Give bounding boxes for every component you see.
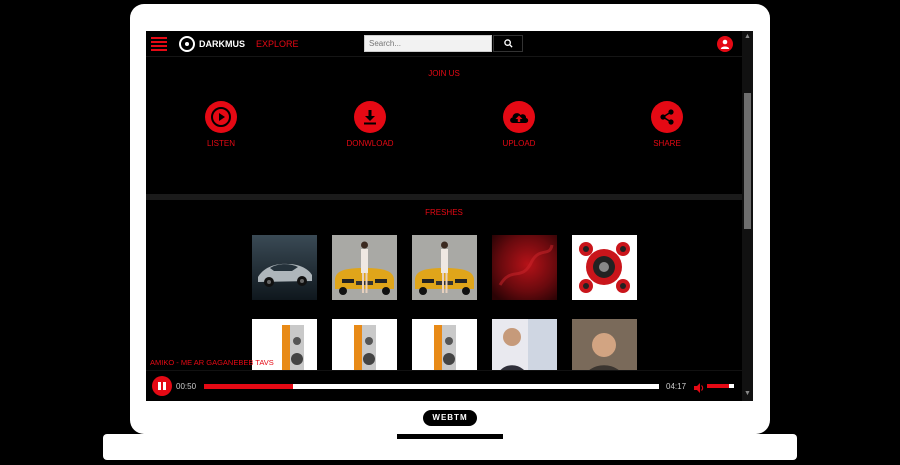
laptop-brand-badge: WEBTM [423, 410, 477, 426]
duration-time: 04:17 [666, 382, 687, 391]
scrollbar[interactable]: ▲ ▼ [742, 31, 753, 401]
thumb-yellow-car-model[interactable] [332, 235, 397, 300]
screen: DARKMUS EXPLORE JOIN US [146, 31, 753, 401]
thumb-red-speakers[interactable] [572, 235, 637, 300]
feature-label: SHARE [653, 139, 681, 148]
thumb-red-smoke[interactable] [492, 235, 557, 300]
logo-text: DARKMUS [199, 39, 245, 49]
disc-icon [179, 36, 195, 52]
user-account-icon[interactable] [717, 36, 733, 52]
feature-label: UPLOAD [502, 139, 536, 148]
feature-download[interactable]: DONWLOAD [330, 101, 410, 148]
pause-button[interactable] [152, 376, 172, 396]
feature-label: DONWLOAD [346, 139, 394, 148]
hamburger-menu-icon[interactable] [151, 37, 167, 51]
search-button[interactable] [493, 35, 523, 52]
search-icon [503, 39, 513, 48]
thumb-silver-sports-car[interactable] [252, 235, 317, 300]
join-us-heading: JOIN US [428, 69, 460, 78]
feature-row: LISTEN DONWLOAD UPLOAD SHARE [146, 101, 742, 151]
explore-link[interactable]: EXPLORE [256, 39, 299, 49]
top-bar: DARKMUS EXPLORE [146, 31, 742, 57]
scroll-thumb[interactable] [744, 93, 751, 229]
laptop-notch [397, 434, 503, 439]
thumb-yellow-car-model[interactable] [412, 235, 477, 300]
volume-icon[interactable] [694, 380, 705, 398]
feature-label: LISTEN [206, 139, 235, 148]
progress-bar[interactable] [204, 384, 659, 389]
share-icon [660, 109, 674, 125]
now-playing-title: AMIKO - ME AR GAGANEBEB TAVS [150, 358, 274, 367]
download-icon [364, 110, 376, 125]
audio-player: 00:50 04:17 [146, 370, 742, 401]
play-icon [211, 107, 231, 127]
stage: WEBTM DARKMUS EXPLORE Search... JOIN US … [0, 0, 900, 465]
current-time: 00:50 [176, 382, 197, 391]
feature-upload[interactable]: UPLOAD [479, 101, 559, 148]
feature-share[interactable]: SHARE [627, 101, 707, 148]
feature-listen[interactable]: LISTEN [181, 101, 261, 148]
volume-slider[interactable] [707, 384, 734, 388]
upload-cloud-icon [510, 113, 529, 123]
search-input[interactable] [364, 35, 492, 52]
freshes-heading: FRESHES [425, 208, 463, 217]
logo[interactable]: DARKMUS [179, 36, 245, 52]
volume-fill [707, 384, 729, 388]
progress-fill [204, 384, 293, 389]
scroll-up-icon[interactable]: ▲ [744, 33, 751, 40]
section-divider [146, 194, 742, 200]
scroll-down-icon[interactable]: ▼ [744, 390, 751, 397]
